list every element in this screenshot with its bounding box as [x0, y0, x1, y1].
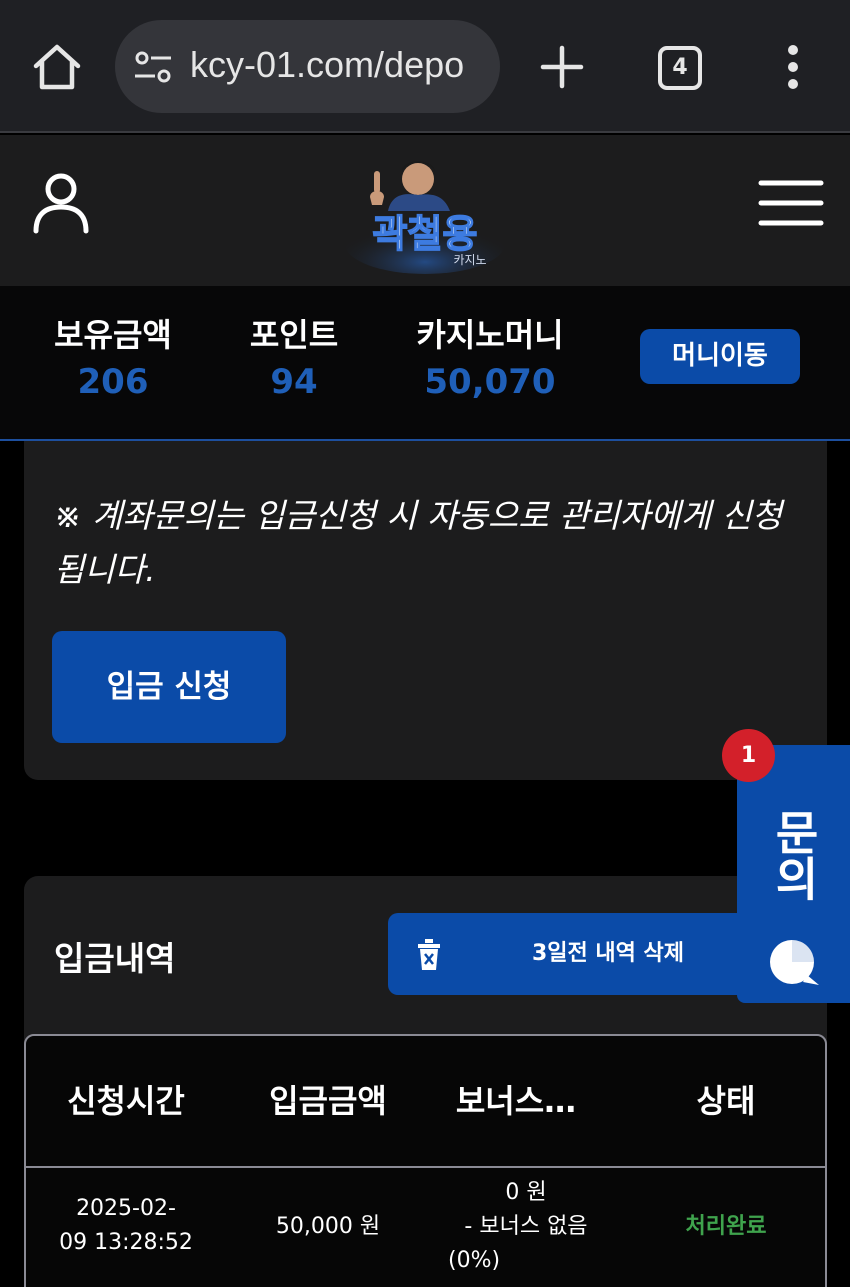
holdings-item: 보유금액 206 — [48, 310, 178, 402]
site-header: 곽철용 카지노 — [0, 135, 850, 286]
account-inquiry-notice: ※ 계좌문의는 입금신청 시 자동으로 관리자에게 신청됩니다. — [54, 496, 783, 589]
chat-bubble-icon — [770, 940, 819, 985]
status-badge: 처리완료 — [685, 1214, 767, 1239]
cell-bonus-line3: (0%) — [448, 1248, 501, 1273]
cell-time: 2025-02- 09 13:28:52 — [36, 1192, 216, 1260]
deposit-history-table: 신청시간 입금금액 보너스… 상태 2025-02- 09 13:28:52 5… — [24, 1034, 827, 1287]
user-icon[interactable] — [32, 171, 90, 235]
notification-badge: 1 — [722, 729, 775, 782]
address-bar[interactable]: kcy-01.com/depo — [115, 20, 500, 113]
deposit-history-title: 입금내역 — [54, 939, 176, 978]
deposit-request-button[interactable]: 입금 신청 — [52, 631, 286, 743]
column-header-status: 상태 — [696, 1082, 756, 1120]
svg-text:곽철용: 곽철용 — [373, 212, 478, 256]
holdings-value: 206 — [77, 362, 149, 402]
site-settings-icon[interactable] — [133, 50, 173, 84]
cell-bonus-line2: - 보너스 없음 — [464, 1214, 588, 1239]
delete-old-history-button[interactable]: 3일전 내역 삭제 — [388, 913, 748, 995]
cell-amount: 50,000 원 — [275, 1214, 381, 1239]
deposit-history-card: 입금내역 3일전 내역 삭제 신청시간 입금금액 보너스… 상태 2025-02… — [24, 876, 827, 1287]
more-menu-icon[interactable] — [783, 44, 803, 90]
delete-old-history-label: 3일전 내역 삭제 — [531, 941, 685, 966]
points-value: 94 — [270, 362, 318, 402]
new-tab-icon[interactable] — [540, 45, 584, 89]
points-label: 포인트 — [249, 316, 339, 354]
svg-text:카지노: 카지노 — [453, 253, 486, 267]
deposit-request-card: ※ 계좌문의는 입금신청 시 자동으로 관리자에게 신청됩니다. 입금 신청 — [24, 441, 827, 780]
column-header-time: 신청시간 — [67, 1082, 185, 1120]
points-item: 포인트 94 — [240, 310, 348, 402]
column-header-bonus: 보너스… — [455, 1082, 577, 1120]
site-logo[interactable]: 곽철용 카지노 — [340, 149, 510, 274]
holdings-label: 보유금액 — [54, 316, 172, 354]
balance-bar: 보유금액 206 포인트 94 카지노머니 50,070 머니이동 — [0, 286, 850, 441]
table-row: 2025-02- 09 13:28:52 50,000 원 0 원 - 보너스 … — [26, 1168, 825, 1287]
browser-toolbar: kcy-01.com/depo 4 — [0, 0, 850, 133]
cell-time-line2: 09 13:28:52 — [59, 1230, 193, 1255]
hamburger-menu-icon[interactable] — [758, 179, 824, 227]
home-icon[interactable] — [30, 40, 84, 94]
cell-bonus-line1: 0 원 — [505, 1180, 547, 1205]
casino-money-label: 카지노머니 — [416, 316, 564, 354]
cell-bonus: 0 원 - 보너스 없음 (0%) — [426, 1176, 626, 1278]
cell-time-line1: 2025-02- — [76, 1196, 176, 1221]
tab-switcher-button[interactable]: 4 — [658, 46, 702, 90]
casino-money-value: 50,070 — [424, 362, 556, 402]
url-text[interactable]: kcy-01.com/depo — [190, 44, 490, 86]
column-header-amount: 입금금액 — [269, 1082, 387, 1120]
table-header: 신청시간 입금금액 보너스… 상태 — [26, 1036, 825, 1168]
money-move-button[interactable]: 머니이동 — [640, 329, 800, 384]
inquiry-label: 문의 — [767, 809, 821, 901]
inquiry-floating-button[interactable]: 문의 — [737, 745, 850, 1003]
casino-money-item: 카지노머니 50,070 — [405, 310, 575, 402]
trash-icon — [418, 939, 440, 970]
